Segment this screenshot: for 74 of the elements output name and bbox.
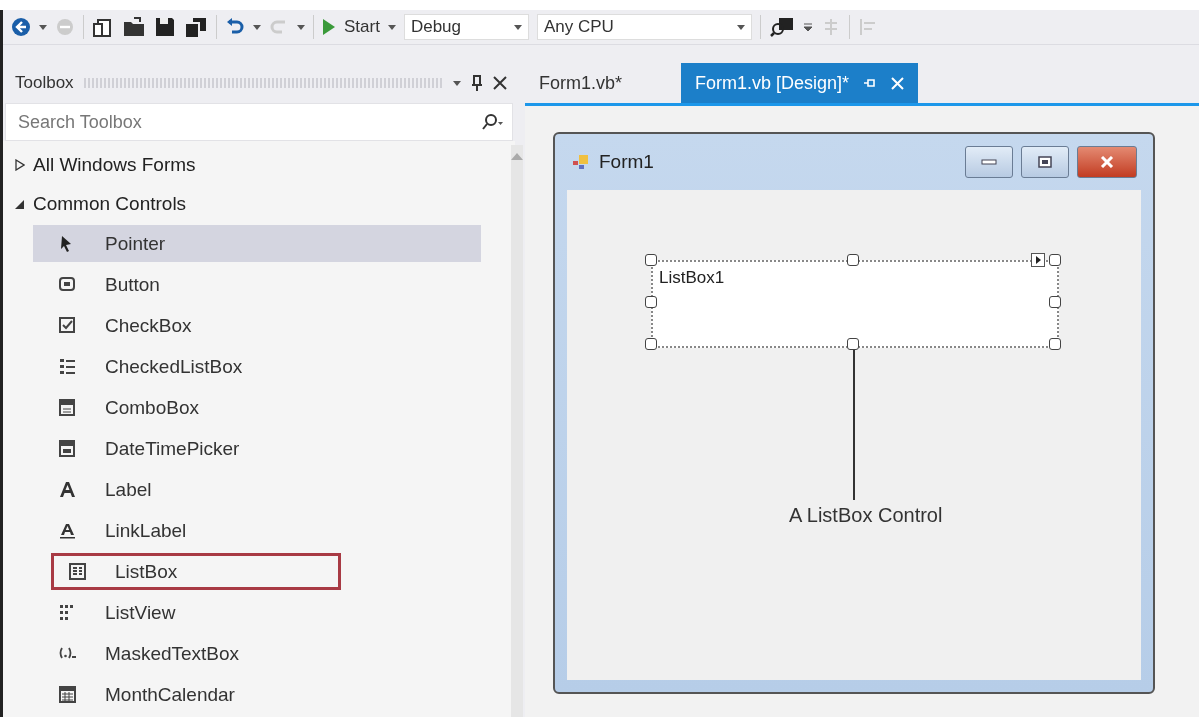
toolbox-item[interactable]: Label <box>33 471 481 508</box>
resize-handle[interactable] <box>1049 296 1061 308</box>
checklist-icon <box>58 357 77 376</box>
save-icon[interactable] <box>154 16 176 38</box>
search-icon[interactable] <box>480 113 504 131</box>
button-icon <box>58 275 77 294</box>
toolbox-title: Toolbox <box>15 73 74 93</box>
toolbox-item[interactable]: DateTimePicker <box>33 430 481 467</box>
combobox-icon <box>58 398 77 417</box>
listbox-icon <box>68 562 87 581</box>
restore-icon <box>1038 156 1052 168</box>
play-icon[interactable] <box>322 18 336 36</box>
form-icon <box>571 153 591 171</box>
resize-handle[interactable] <box>645 296 657 308</box>
resize-handle[interactable] <box>1049 254 1061 266</box>
toolbox-item[interactable]: MaskedTextBox <box>33 635 481 672</box>
new-project-icon[interactable] <box>92 16 114 38</box>
group-label: Common Controls <box>33 192 187 215</box>
caret-icon[interactable] <box>453 80 461 86</box>
caret-icon[interactable] <box>736 24 745 30</box>
letter-icon <box>58 480 77 499</box>
configuration-dropdown[interactable]: Debug <box>403 14 529 40</box>
group-header[interactable]: Common Controls <box>3 184 511 223</box>
scrollbar[interactable] <box>511 145 523 717</box>
minimize-icon <box>981 159 997 165</box>
group-header[interactable]: All Windows Forms <box>3 145 511 184</box>
close-button[interactable] <box>1077 146 1137 178</box>
collapsed-triangle-icon[interactable] <box>15 158 25 171</box>
toolbox-item[interactable]: Button <box>33 266 481 303</box>
tab-label: Form1.vb* <box>539 72 623 94</box>
search-box[interactable]: Search Toolbox <box>5 103 513 141</box>
calendar-icon <box>58 685 77 704</box>
listbox-name: ListBox1 <box>659 268 725 288</box>
search-field[interactable]: Search Toolbox <box>16 110 420 134</box>
maximize-button[interactable] <box>1021 146 1069 178</box>
caret-icon[interactable] <box>387 24 396 30</box>
caret-icon[interactable] <box>253 24 261 30</box>
resize-handle[interactable] <box>847 254 859 266</box>
toolbox-item[interactable]: ComboBox <box>33 389 481 426</box>
resize-handle[interactable] <box>1049 338 1061 350</box>
calendar-field-icon <box>58 439 77 458</box>
toolbox-item[interactable]: CheckedListBox <box>33 348 481 385</box>
overflow-caret-icon[interactable] <box>802 22 813 32</box>
toolbox-item[interactable]: ListView <box>33 594 481 631</box>
open-folder-icon[interactable] <box>122 16 146 38</box>
platform-dropdown[interactable]: Any CPU <box>536 14 752 40</box>
listbox-control[interactable]: ListBox1 <box>651 260 1059 348</box>
save-all-icon[interactable] <box>184 16 208 38</box>
checkbox-icon <box>58 316 77 335</box>
caret-icon[interactable] <box>39 24 47 30</box>
form-title: Form1 <box>599 151 655 173</box>
close-icon <box>1099 156 1115 168</box>
tab-label: Form1.vb [Design]* <box>695 72 850 94</box>
caret-icon[interactable] <box>297 24 305 30</box>
minimize-button[interactable] <box>965 146 1013 178</box>
caret-icon[interactable] <box>513 24 522 30</box>
document-tab[interactable]: Form1.vb* <box>525 63 637 103</box>
toolbox-item[interactable]: LinkLabel <box>33 512 481 549</box>
close-icon[interactable] <box>493 76 507 90</box>
group-label: All Windows Forms <box>33 153 196 176</box>
resize-handle[interactable] <box>645 338 657 350</box>
resize-handle[interactable] <box>847 338 859 350</box>
underlined-letter-icon <box>58 521 77 540</box>
toolbox-item[interactable]: MonthCalendar <box>33 676 481 713</box>
back-icon[interactable] <box>11 17 31 37</box>
find-icon[interactable] <box>768 16 795 38</box>
annotation-label: A ListBox Control <box>789 504 943 527</box>
start-label[interactable]: Start <box>344 17 380 37</box>
resize-handle[interactable] <box>645 254 657 266</box>
pin-icon[interactable] <box>471 74 483 92</box>
toolbox-item[interactable]: ListBox <box>51 553 341 590</box>
toolbox-item[interactable]: CheckBox <box>33 307 481 344</box>
smart-tag-icon[interactable] <box>1031 253 1045 267</box>
toolbox-item[interactable]: Pointer <box>33 225 481 262</box>
